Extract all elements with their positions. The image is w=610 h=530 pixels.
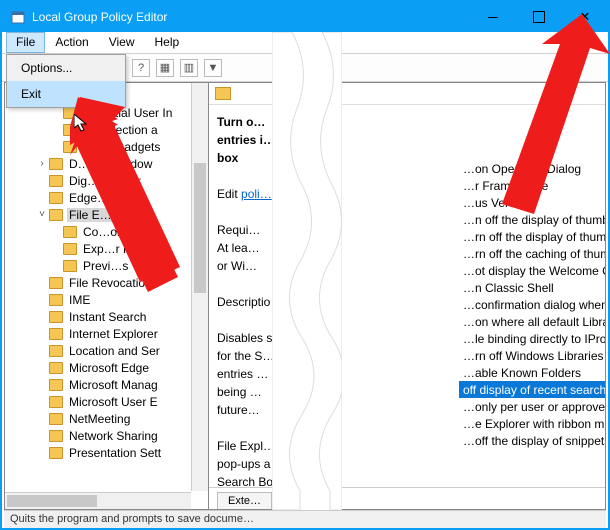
titlebar: Local Group Policy Editor [2, 2, 608, 32]
req-line: or Wi… [217, 259, 257, 273]
folder-icon [49, 328, 63, 340]
folder-icon [63, 260, 77, 272]
folder-icon [49, 294, 63, 306]
folder-icon [49, 379, 63, 391]
tree-item[interactable]: Dig…l Locker [9, 172, 206, 189]
setting-item[interactable]: …able Known Folders [459, 364, 605, 381]
settings-list[interactable]: …on Open File Dialog…r Frame Pane…us Ver… [459, 105, 605, 487]
mouse-cursor [74, 114, 90, 134]
maximize-button[interactable] [516, 2, 562, 32]
menu-action[interactable]: Action [45, 32, 98, 53]
folder-icon [49, 345, 63, 357]
content-header [209, 83, 605, 105]
folder-icon [215, 87, 231, 100]
tree-item[interactable]: Exp…r Fram [9, 240, 206, 257]
setting-item[interactable]: …e Explorer with ribbon minimized [459, 415, 605, 432]
help-icon[interactable]: ? [132, 59, 150, 77]
folder-icon [49, 447, 63, 459]
tab-strip: Exte… [209, 487, 605, 509]
folder-icon [49, 430, 63, 442]
edit-label: Edit [217, 187, 238, 201]
desc-heading: Turn o…entries i…box [217, 115, 275, 165]
desc-line: entries … [217, 367, 268, 381]
tree-item[interactable]: Network Sharing [9, 427, 206, 444]
setting-item[interactable]: …on where all default Library definition… [459, 313, 605, 330]
folder-icon [49, 175, 63, 187]
v-scrollbar[interactable] [191, 83, 208, 491]
tree-item[interactable]: Previ…s Vers [9, 257, 206, 274]
folder-icon [49, 311, 63, 323]
tree-item[interactable]: Co…on Op [9, 223, 206, 240]
folder-icon [49, 209, 63, 221]
folder-icon [49, 413, 63, 425]
edit-link[interactable]: poli… [241, 187, 272, 201]
setting-item[interactable]: …r Frame Pane [459, 177, 605, 194]
tree-item[interactable]: ˅File E…orer [9, 206, 206, 223]
folder-icon [49, 362, 63, 374]
tree-item[interactable]: NetMeeting [9, 410, 206, 427]
desc-line: File Expl… [217, 439, 275, 453]
menu-view[interactable]: View [99, 32, 145, 53]
setting-item[interactable]: …ot display the Welcome Center at user l… [459, 262, 605, 279]
setting-item[interactable]: …confirmation dialog when deleting files [459, 296, 605, 313]
tree-item[interactable]: Internet Explorer [9, 325, 206, 342]
app-icon [10, 9, 26, 25]
setting-item[interactable]: …n Classic Shell [459, 279, 605, 296]
tree-item[interactable]: Microsoft User E [9, 393, 206, 410]
window-controls [470, 2, 608, 32]
columns-icon[interactable]: ▥ [180, 59, 198, 77]
tree[interactable]: Content…dential User In…Collection a…top… [5, 83, 208, 465]
h-scrollbar[interactable] [5, 492, 191, 509]
tree-item[interactable]: …Collection a [9, 121, 206, 138]
setting-item[interactable]: …n off the display of thumbnails and onl… [459, 211, 605, 228]
folder-icon [49, 158, 63, 170]
setting-item[interactable]: …only per user or approved shell extensi… [459, 398, 605, 415]
content-pane: Turn o…entries i…box Edit poli… Requi… A… [209, 82, 606, 510]
tree-item[interactable]: IME [9, 291, 206, 308]
setting-item[interactable]: …rn off Windows Libraries features that … [459, 347, 605, 364]
setting-item[interactable]: …rn off the caching of thumbnails in hid… [459, 245, 605, 262]
desc-line: being … [217, 385, 262, 399]
tree-item[interactable]: …top Gadgets [9, 138, 206, 155]
tree-item[interactable]: Instant Search [9, 308, 206, 325]
folder-icon [63, 226, 77, 238]
tree-item[interactable]: ›D…top Window [9, 155, 206, 172]
tree-item[interactable]: Edge… [9, 189, 206, 206]
folder-icon [49, 396, 63, 408]
page-tear [272, 32, 342, 510]
folder-icon [49, 192, 63, 204]
status-bar: Quits the program and prompts to save do… [4, 510, 606, 528]
folder-icon [63, 243, 77, 255]
folder-icon [49, 277, 63, 289]
tree-item[interactable]: File Revocation [9, 274, 206, 291]
properties-icon[interactable]: ▦ [156, 59, 174, 77]
tree-item[interactable]: Location and Ser [9, 342, 206, 359]
setting-item[interactable]: …us Versions [459, 194, 605, 211]
window-title: Local Group Policy Editor [32, 10, 470, 24]
filter-icon[interactable]: ▼ [204, 59, 222, 77]
menu-file[interactable]: File [6, 32, 45, 53]
req-line: Requi… [217, 223, 260, 237]
close-button[interactable] [562, 2, 608, 32]
req-line: At lea… [217, 241, 260, 255]
folder-icon [63, 141, 77, 153]
setting-item[interactable]: off display of recent search entries in … [459, 381, 605, 398]
setting-item[interactable]: …on Open File Dialog [459, 160, 605, 177]
menuitem-exit[interactable]: Exit [7, 81, 125, 107]
setting-item[interactable]: …off the display of snippets in Content … [459, 432, 605, 449]
setting-item[interactable]: …rn off the display of thumbnails and on… [459, 228, 605, 245]
desc-line: for the S… [217, 349, 274, 363]
desc-line: future… [217, 403, 260, 417]
file-dropdown: Options... Exit [6, 54, 126, 108]
tree-pane: Content…dential User In…Collection a…top… [4, 82, 209, 510]
tree-item[interactable]: Presentation Sett [9, 444, 206, 461]
menuitem-options[interactable]: Options... [7, 55, 125, 81]
tree-item[interactable]: Microsoft Edge [9, 359, 206, 376]
minimize-button[interactable] [470, 2, 516, 32]
setting-item[interactable]: …le binding directly to IPropertySetStor… [459, 330, 605, 347]
menu-help[interactable]: Help [145, 32, 190, 53]
tree-item[interactable]: Microsoft Manag [9, 376, 206, 393]
tab-extended[interactable]: Exte… [217, 492, 272, 509]
